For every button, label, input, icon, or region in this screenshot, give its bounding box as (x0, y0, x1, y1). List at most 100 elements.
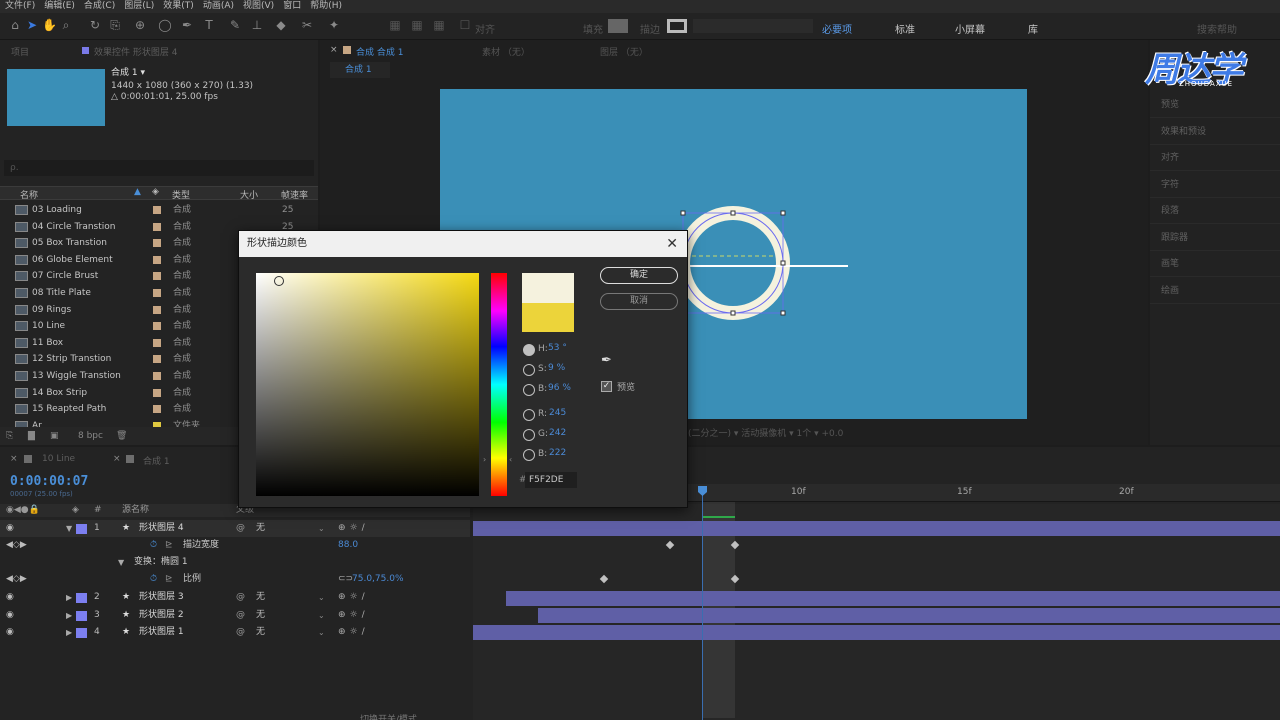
menu-item[interactable]: 视图(V) (243, 0, 274, 13)
close-icon[interactable]: × (113, 454, 121, 464)
expand-arrow-icon[interactable]: ▶ (66, 624, 72, 641)
help-search[interactable]: 搜索帮助 (1197, 21, 1237, 36)
panel-0[interactable]: 预览 (1150, 93, 1280, 118)
original-color-swatch[interactable] (522, 303, 574, 332)
layer-label-color[interactable] (76, 593, 87, 603)
camera-tool-icon[interactable]: ⎘ (108, 18, 122, 32)
bpc-label[interactable]: 8 bpc (78, 427, 103, 445)
expand-arrow-icon[interactable]: ▼ (66, 520, 72, 537)
chevron-down-icon[interactable]: ⌄ (318, 624, 325, 641)
puppet-tool-icon[interactable]: ✦ (327, 18, 341, 32)
bbox-handle[interactable] (780, 310, 786, 316)
label-color-chip[interactable] (153, 305, 161, 314)
pan-behind-tool-icon[interactable]: ⊕ (133, 18, 147, 32)
view-axis-icon[interactable]: ▦ (432, 18, 446, 32)
layer-duration-bar[interactable] (473, 625, 1280, 640)
current-time-indicator[interactable] (702, 486, 703, 720)
pickwhip-icon[interactable]: @ (236, 589, 245, 606)
hue-radio[interactable] (523, 344, 535, 356)
layer-switches[interactable]: ⊕☼/ (338, 589, 369, 606)
blue-radio[interactable] (523, 449, 535, 461)
layer-row[interactable]: ◉ ▶ 2 ★ 形状图层 3 @ 无 ⌄ ⊕☼/ (0, 589, 470, 606)
project-item[interactable]: 03 Loading 合成 25 (0, 202, 318, 218)
label-color-chip[interactable] (153, 372, 161, 380)
menu-item[interactable]: 文件(F) (5, 0, 35, 13)
stopwatch-icon[interactable]: ⏱ (150, 571, 157, 588)
bbox-handle[interactable] (780, 260, 786, 266)
pickwhip-icon[interactable]: @ (236, 607, 245, 624)
property-row[interactable]: ◀◇▶ ⏱ ⊵ 比例 ⊂⊃ 75.0,75.0% (0, 571, 470, 588)
label-color-chip[interactable] (153, 322, 161, 331)
stopwatch-icon[interactable]: ⏱ (150, 537, 157, 554)
parent-select[interactable]: 无 (256, 520, 265, 537)
menu-item[interactable]: 效果(T) (163, 0, 194, 13)
tab-comp1[interactable]: 合成 1 (143, 454, 170, 467)
pickwhip-icon[interactable]: @ (236, 520, 245, 537)
world-axis-icon[interactable]: ▦ (410, 18, 424, 32)
chevron-down-icon[interactable]: ⌄ (318, 520, 325, 537)
panel-5[interactable]: 跟踪器 (1150, 226, 1280, 251)
stroke-swatch[interactable] (667, 19, 687, 33)
clone-tool-icon[interactable]: ⊥ (250, 18, 264, 32)
layer-label-color[interactable] (76, 628, 87, 638)
preview-checkbox[interactable]: ✓ (601, 381, 612, 392)
hue-value[interactable]: 53 ° (548, 343, 567, 353)
rotate-tool-icon[interactable]: ↻ (88, 18, 102, 32)
label-color-chip[interactable] (153, 255, 161, 264)
parent-select[interactable]: 无 (256, 607, 265, 624)
green-radio[interactable] (523, 429, 535, 441)
parent-select[interactable]: 无 (256, 624, 265, 641)
tab-composition[interactable]: 合成 合成 1 (356, 45, 403, 58)
tab-footage[interactable]: 素材 （无） (482, 45, 530, 58)
workspace-standard[interactable]: 标准 (895, 21, 915, 36)
red-value[interactable]: 245 (549, 408, 566, 418)
menu-item[interactable]: 帮助(H) (310, 0, 342, 13)
workspace-small-screen[interactable]: 小屏幕 (955, 21, 985, 36)
col-source-name[interactable]: 源名称 (122, 504, 149, 517)
timecode-display[interactable]: 0:00:00:07 (10, 474, 88, 489)
visibility-eye-icon[interactable]: ◉ (6, 520, 16, 537)
chevron-down-icon[interactable]: ⌄ (318, 607, 325, 624)
workspace-libraries[interactable]: 库 (1028, 21, 1038, 36)
bbox-handle[interactable] (780, 210, 786, 216)
graph-icon[interactable]: ⊵ (165, 537, 173, 554)
layer-name[interactable]: 形状图层 3 (139, 589, 184, 606)
sort-arrow-icon[interactable]: ▲ (134, 187, 141, 197)
pen-tool-icon[interactable]: ✒ (180, 18, 194, 32)
label-color-chip[interactable] (153, 355, 161, 364)
brightness-radio[interactable] (523, 384, 535, 396)
label-color-chip[interactable] (153, 222, 161, 231)
ok-button[interactable]: 确定 (600, 267, 678, 284)
layer-label-color[interactable] (76, 610, 87, 621)
panel-2[interactable]: 对齐 (1150, 146, 1280, 171)
layer-duration-bar[interactable] (506, 591, 1280, 606)
zoom-tool-icon[interactable]: ⌕ (59, 18, 73, 32)
ellipse-tool-icon[interactable]: ◯ (158, 18, 172, 32)
close-icon[interactable]: ✕ (666, 231, 678, 257)
cancel-button[interactable]: 取消 (600, 293, 678, 310)
layer-duration-bar[interactable] (473, 521, 1280, 536)
selection-tool-icon[interactable]: ➤ (25, 18, 39, 32)
property-group-row[interactable]: ▼ 变换：椭圆 1 (0, 554, 470, 571)
saturation-brightness-field[interactable] (256, 273, 479, 496)
layer-switches[interactable]: ⊕☼/ (338, 624, 369, 641)
visibility-eye-icon[interactable]: ◉ (6, 624, 16, 641)
green-value[interactable]: 242 (549, 428, 566, 438)
brush-tool-icon[interactable]: ✎ (228, 18, 242, 32)
bbox-handle[interactable] (680, 210, 686, 216)
color-field-cursor[interactable] (274, 276, 284, 286)
layer-label-color[interactable] (76, 524, 87, 534)
expand-arrow-icon[interactable]: ▶ (66, 589, 72, 606)
menu-item[interactable]: 窗口 (283, 0, 301, 13)
menu-item[interactable]: 图层(L) (124, 0, 154, 13)
bbox-handle[interactable] (730, 310, 736, 316)
panel-4[interactable]: 段落 (1150, 199, 1280, 224)
tab-effect-controls[interactable]: 效果控件 形状图层 4 (94, 45, 177, 58)
label-color-chip[interactable] (153, 289, 161, 297)
layer-duration-bar[interactable] (538, 608, 1280, 623)
hex-input[interactable]: F5F2DE (525, 472, 577, 488)
menu-item[interactable]: 编辑(E) (44, 0, 75, 13)
bbox-handle[interactable] (730, 210, 736, 216)
trash-icon[interactable]: 🗑 (116, 427, 127, 445)
saturation-radio[interactable] (523, 364, 535, 376)
